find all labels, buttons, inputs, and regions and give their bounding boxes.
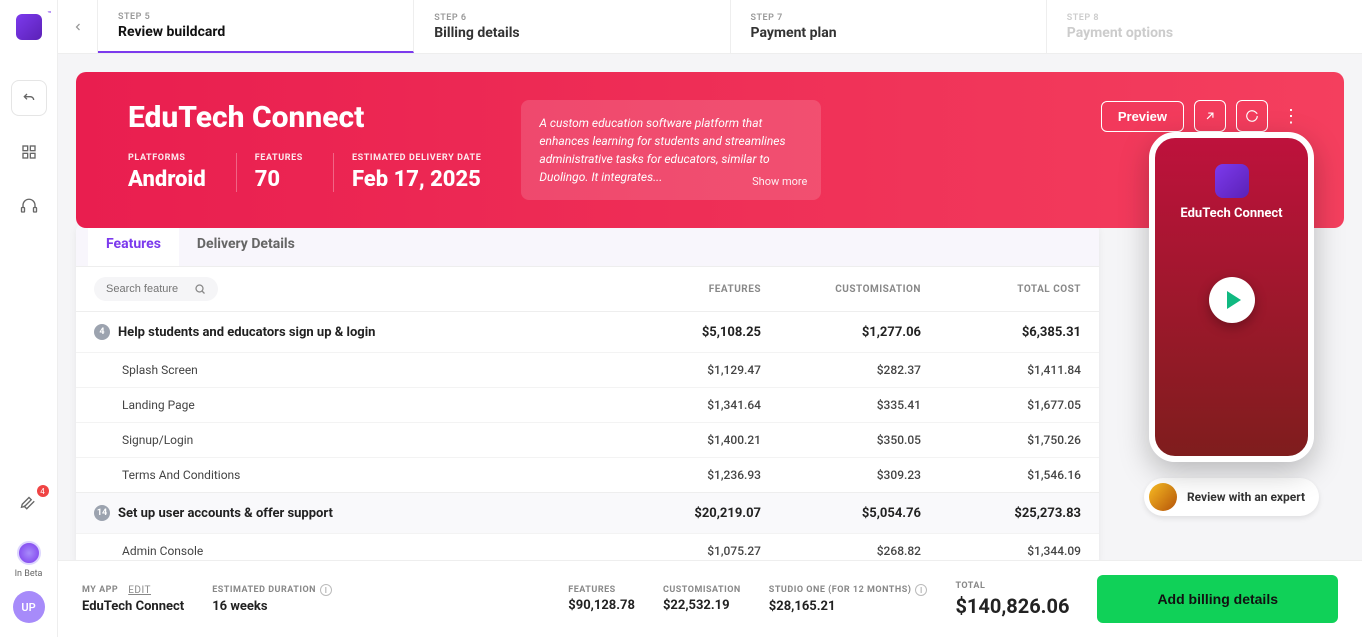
search-input-wrap[interactable] (94, 277, 218, 301)
tab-delivery-details[interactable]: Delivery Details (179, 222, 313, 266)
refresh-icon[interactable] (1236, 100, 1268, 132)
total-price: $140,826.06 (955, 594, 1069, 618)
play-icon (1227, 291, 1241, 309)
show-more-link[interactable]: Show more (752, 174, 807, 191)
stat-delivery: ESTIMATED DELIVERY DATE Feb 17, 2025 (333, 153, 481, 192)
phone-app-icon (1215, 164, 1249, 198)
col-header-total: TOTAL COST (921, 284, 1081, 295)
more-options-icon[interactable]: ⋮ (1278, 102, 1304, 131)
beta-label: In Beta (15, 569, 43, 579)
step-title: Billing details (434, 25, 709, 41)
add-billing-details-button[interactable]: Add billing details (1097, 575, 1338, 623)
table-row[interactable]: Landing Page $1,341.64 $335.41 $1,677.05 (76, 387, 1099, 422)
step-billing-details[interactable]: STEP 6 Billing details (414, 0, 730, 53)
step-number: STEP 6 (434, 13, 709, 23)
table-row[interactable]: Terms And Conditions $1,236.93 $309.23 $… (76, 457, 1099, 492)
step-payment-options: STEP 8 Payment options (1047, 0, 1362, 53)
table-row[interactable]: Splash Screen $1,129.47 $282.37 $1,411.8… (76, 352, 1099, 387)
step-title: Payment options (1067, 25, 1342, 41)
step-payment-plan[interactable]: STEP 7 Payment plan (731, 0, 1047, 53)
footer-my-app-label: MY APP Edit (82, 585, 184, 596)
logo-icon[interactable] (16, 14, 42, 40)
feature-group-header[interactable]: 4 Help students and educators sign up & … (76, 312, 1099, 352)
features-table-card: Features Delivery Details FEATURES CUSTO… (76, 222, 1099, 560)
step-number: STEP 7 (751, 13, 1026, 23)
phone-preview: EduTech Connect (1149, 132, 1314, 462)
review-expert-button[interactable]: Review with an expert (1144, 478, 1319, 516)
step-number: STEP 5 (118, 12, 393, 22)
phone-app-title: EduTech Connect (1180, 206, 1282, 221)
table-row[interactable]: Admin Console $1,075.27 $268.82 $1,344.0… (76, 533, 1099, 560)
preview-button[interactable]: Preview (1101, 101, 1184, 132)
table-row[interactable]: Signup/Login $1,400.21 $350.05 $1,750.26 (76, 422, 1099, 457)
grid-icon[interactable] (11, 134, 47, 170)
steps-bar: STEP 5 Review buildcard STEP 6 Billing d… (58, 0, 1362, 54)
rocket-icon[interactable]: 4 (11, 487, 47, 523)
user-avatar[interactable]: UP (13, 591, 45, 623)
feature-group-header[interactable]: 14 Set up user accounts & offer support … (76, 493, 1099, 533)
share-icon[interactable] (1194, 100, 1226, 132)
expert-avatar (1149, 483, 1177, 511)
group-count-badge: 14 (94, 505, 110, 521)
project-description: A custom education software platform tha… (521, 100, 821, 200)
search-input[interactable] (106, 283, 186, 295)
back-button[interactable] (58, 0, 98, 53)
col-header-features: FEATURES (601, 284, 761, 295)
stat-platforms: PLATFORMS Android (128, 153, 206, 192)
search-icon (194, 283, 206, 295)
play-button[interactable] (1209, 277, 1255, 323)
edit-app-link[interactable]: Edit (128, 585, 151, 596)
info-icon[interactable]: i (320, 584, 332, 596)
step-title: Payment plan (751, 25, 1026, 41)
step-review-buildcard[interactable]: STEP 5 Review buildcard (98, 0, 414, 53)
sidebar-left: 4 In Beta UP (0, 0, 58, 637)
headset-icon[interactable] (11, 188, 47, 224)
info-icon[interactable]: i (915, 584, 927, 596)
beta-indicator-icon (17, 541, 41, 565)
footer-summary-bar: MY APP Edit EduTech Connect ESTIMATED DU… (58, 560, 1362, 637)
step-title: Review buildcard (118, 24, 393, 40)
notification-badge: 4 (37, 485, 49, 497)
col-header-customisation: CUSTOMISATION (761, 284, 921, 295)
project-title: EduTech Connect (128, 100, 481, 135)
undo-icon[interactable] (11, 80, 47, 116)
stat-features: FEATURES 70 (236, 153, 303, 192)
group-count-badge: 4 (94, 324, 110, 340)
step-number: STEP 8 (1067, 13, 1342, 23)
tab-features[interactable]: Features (88, 222, 179, 266)
